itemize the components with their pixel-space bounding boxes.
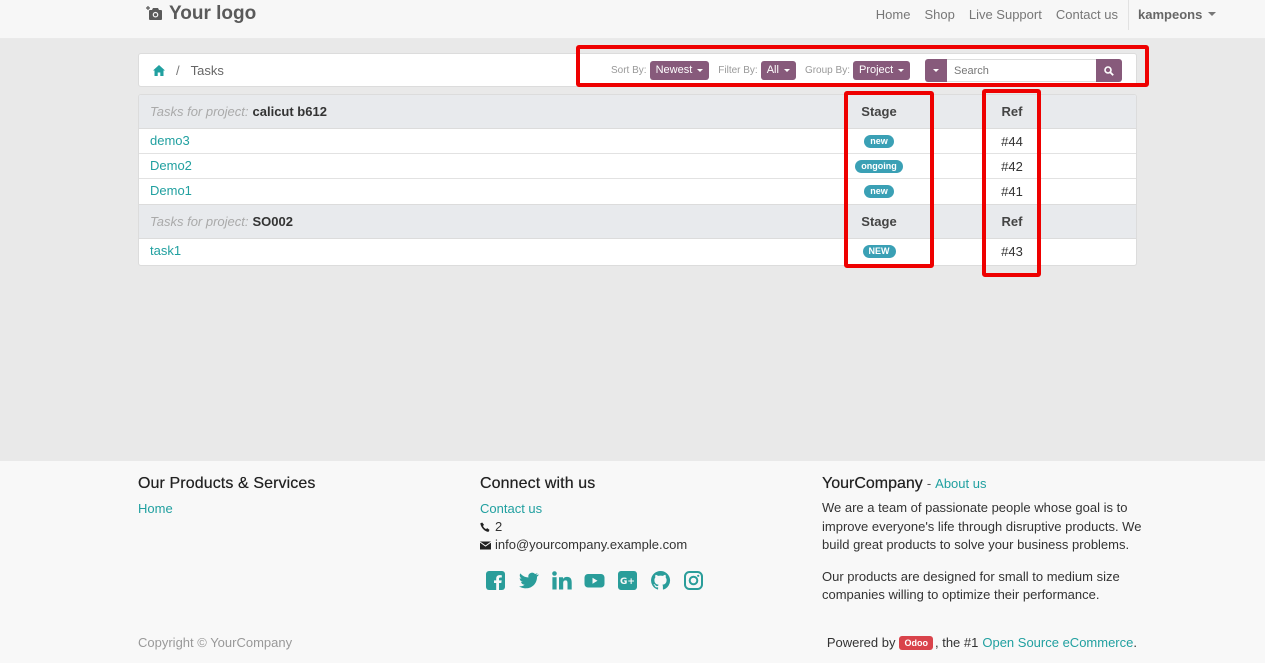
- table-row: demo3 new #44: [139, 129, 1136, 154]
- sort-label: Sort By:: [611, 64, 647, 76]
- nav-shop[interactable]: Shop: [917, 7, 961, 22]
- caret-down-icon: [1208, 12, 1217, 16]
- caret-down-icon: [697, 68, 704, 72]
- social-links: G+: [485, 570, 704, 591]
- facebook-icon[interactable]: [485, 570, 506, 591]
- about-us-link[interactable]: About us: [935, 475, 986, 493]
- company-name: YourCompany: [822, 475, 923, 492]
- search-options-dropdown[interactable]: [925, 59, 947, 82]
- powered-mid-text: , the #1: [934, 635, 979, 650]
- top-navbar: Your logo Home Shop Live Support Contact…: [0, 0, 1265, 39]
- sort-dropdown[interactable]: Newest: [649, 60, 710, 80]
- logo-text: Your logo: [169, 3, 257, 24]
- search-button[interactable]: [1096, 59, 1122, 82]
- group-prefix: Tasks for project:: [150, 104, 249, 119]
- group-header: Tasks for project: SO002 Stage Ref: [139, 205, 1136, 239]
- task-link[interactable]: Demo1: [150, 179, 192, 203]
- youtube-icon[interactable]: [584, 570, 605, 591]
- stage-column-header: Stage: [861, 214, 897, 229]
- breadcrumb-current: Tasks: [190, 62, 224, 78]
- footer-about: YourCompany - About us We are a team of …: [822, 475, 1142, 618]
- breadcrumb-bar: / Tasks Sort By: Newest Filter By: All G…: [138, 53, 1137, 87]
- footer: Our Products & Services Home Connect wit…: [0, 461, 1265, 663]
- task-link[interactable]: Demo2: [150, 154, 192, 178]
- footer-home-link[interactable]: Home: [138, 500, 315, 518]
- caret-down-icon: [898, 68, 905, 72]
- table-row: task1 NEW #43: [139, 239, 1136, 265]
- nav-divider: [1128, 0, 1129, 30]
- twitter-icon[interactable]: [518, 570, 539, 591]
- search-icon: [1104, 65, 1114, 76]
- search-group: [925, 59, 1122, 82]
- table-row: Demo1 new #41: [139, 179, 1136, 205]
- phone-number: 2: [495, 519, 503, 534]
- ref-column-header: Ref: [1001, 104, 1023, 119]
- footer-connect: Connect with us Contact us 2 info@yourco…: [480, 475, 704, 591]
- open-source-ecommerce-link[interactable]: Open Source eCommerce: [982, 635, 1133, 650]
- group-project-name: SO002: [252, 214, 293, 229]
- task-ref: #42: [1001, 158, 1023, 174]
- search-input[interactable]: [947, 59, 1096, 82]
- phone-line: 2: [480, 518, 704, 536]
- user-menu[interactable]: kampeons: [1130, 7, 1265, 22]
- about-paragraph-1: We are a team of passionate people whose…: [822, 500, 1142, 552]
- envelope-icon: [480, 541, 491, 549]
- breadcrumb-separator: /: [176, 62, 180, 78]
- caret-down-icon: [783, 68, 790, 72]
- filter-dropdown[interactable]: All: [760, 60, 796, 80]
- products-title: Our Products & Services: [138, 475, 316, 492]
- group-value: Project: [858, 64, 894, 76]
- group-prefix: Tasks for project:: [150, 214, 249, 229]
- sort-value: Newest: [655, 64, 693, 76]
- task-link[interactable]: demo3: [150, 129, 190, 153]
- caret-down-icon: [933, 69, 939, 72]
- filter-controls: Sort By: Newest Filter By: All Group By:…: [611, 54, 919, 86]
- footer-products: Our Products & Services Home: [138, 475, 315, 518]
- powered-end-text: .: [1133, 635, 1137, 650]
- email-address: info@yourcompany.example.com: [495, 537, 688, 552]
- task-ref: #43: [1001, 243, 1023, 259]
- email-line: info@yourcompany.example.com: [480, 536, 704, 554]
- camera-icon: [146, 6, 162, 20]
- filter-value: All: [766, 64, 779, 76]
- group-header: Tasks for project: calicut b612 Stage Re…: [139, 95, 1136, 129]
- company-dash: -: [926, 476, 932, 491]
- main-nav: Home Shop Live Support Contact us kampeo…: [869, 0, 1265, 30]
- stage-badge: NEW: [862, 244, 896, 258]
- task-ref: #44: [1001, 133, 1023, 149]
- instagram-icon[interactable]: [683, 570, 704, 591]
- tasks-table: Tasks for project: calicut b612 Stage Re…: [138, 94, 1137, 266]
- nav-live-support[interactable]: Live Support: [962, 7, 1049, 22]
- stage-column-header: Stage: [861, 104, 897, 119]
- powered-by-text: Powered by: [826, 635, 896, 650]
- group-dropdown[interactable]: Project: [852, 60, 911, 80]
- linkedin-icon[interactable]: [551, 570, 572, 591]
- phone-icon: [480, 522, 490, 532]
- breadcrumb: / Tasks: [153, 54, 224, 86]
- task-ref: #41: [1001, 183, 1023, 199]
- nav-home[interactable]: Home: [869, 7, 918, 22]
- task-link[interactable]: task1: [150, 239, 181, 263]
- svg-text:G+: G+: [620, 577, 635, 587]
- odoo-badge[interactable]: Odoo: [899, 635, 933, 650]
- github-icon[interactable]: [650, 570, 671, 591]
- nav-contact-us[interactable]: Contact us: [1049, 7, 1125, 22]
- filter-label: Filter By:: [718, 64, 758, 76]
- google-plus-icon[interactable]: G+: [617, 570, 638, 591]
- stage-badge: new: [864, 184, 894, 198]
- about-paragraph-2: Our products are designed for small to m…: [822, 568, 1120, 603]
- group-label: Group By:: [804, 64, 850, 76]
- ref-column-header: Ref: [1001, 214, 1023, 229]
- copyright: Copyright © YourCompany: [138, 635, 293, 650]
- footer-contact-link[interactable]: Contact us: [480, 500, 704, 518]
- home-icon[interactable]: [153, 64, 165, 76]
- group-project-name: calicut b612: [252, 104, 327, 119]
- stage-badge: ongoing: [855, 159, 903, 173]
- connect-title: Connect with us: [480, 475, 596, 492]
- powered-by: Powered by Odoo , the #1 Open Source eCo…: [827, 635, 1137, 650]
- logo[interactable]: Your logo: [146, 3, 256, 25]
- user-name: kampeons: [1138, 6, 1203, 22]
- stage-badge: new: [864, 134, 894, 148]
- table-row: Demo2 ongoing #42: [139, 154, 1136, 179]
